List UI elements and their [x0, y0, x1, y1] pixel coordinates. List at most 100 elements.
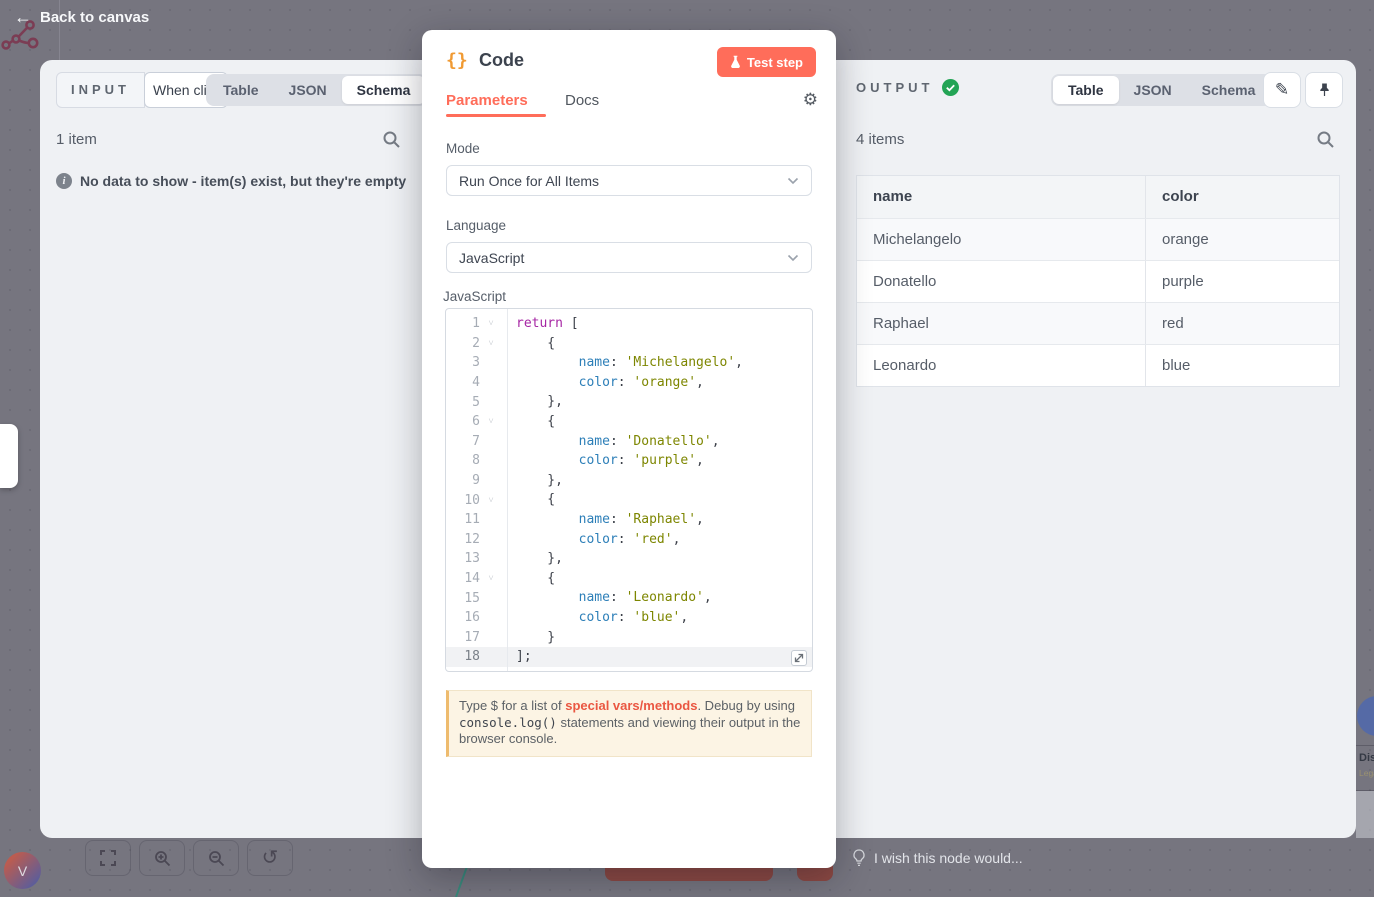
code-braces-icon: {} — [446, 50, 468, 71]
code-token: 'blue' — [633, 610, 680, 625]
code-line[interactable]: color: 'blue', — [508, 608, 812, 628]
tab-input-table[interactable]: Table — [208, 76, 274, 104]
reset-zoom-button[interactable]: ↺ — [247, 840, 293, 876]
table-cell: purple — [1145, 261, 1339, 302]
code-line[interactable]: { — [508, 334, 812, 354]
code-node-modal: {} Code Test step Parameters Docs ⚙ Mode… — [422, 30, 836, 868]
node-panel-fragment — [1356, 791, 1374, 838]
line-number: 13 — [446, 551, 480, 566]
line-number: 7 — [446, 434, 480, 449]
code-line[interactable]: name: 'Michelangelo', — [508, 353, 812, 373]
node-settings-gear-icon[interactable]: ⚙ — [803, 90, 818, 110]
editor-line-number: 9 — [446, 471, 507, 491]
back-arrow-icon: ← — [14, 7, 32, 28]
code-token: , — [680, 610, 688, 625]
code-line[interactable]: name: 'Donatello', — [508, 432, 812, 452]
code-token: , — [696, 375, 704, 390]
zoom-in-button[interactable] — [139, 840, 185, 876]
zoom-out-button[interactable] — [193, 840, 239, 876]
tab-docs[interactable]: Docs — [565, 92, 599, 109]
fold-chevron-icon[interactable]: ˅ — [480, 318, 502, 329]
code-token: 'red' — [633, 532, 672, 547]
code-line[interactable]: } — [508, 628, 812, 648]
code-line[interactable]: ]; — [508, 647, 812, 667]
line-number: 17 — [446, 630, 480, 645]
tab-parameters[interactable]: Parameters — [446, 92, 528, 109]
code-token: name — [579, 355, 610, 370]
input-panel-label: INPUT — [56, 72, 145, 108]
user-avatar[interactable]: V — [4, 852, 41, 889]
node-feedback-text: I wish this node would... — [874, 850, 1023, 866]
edit-output-button[interactable]: ✎ — [1263, 72, 1301, 108]
input-source-group: INPUT When clickin — [56, 72, 228, 108]
pin-data-button[interactable] — [1305, 72, 1343, 108]
tab-input-json[interactable]: JSON — [274, 76, 342, 104]
code-line[interactable]: name: 'Raphael', — [508, 510, 812, 530]
code-line[interactable]: return [ — [508, 314, 812, 334]
node-feedback-link[interactable]: I wish this node would... — [852, 849, 1023, 867]
code-line[interactable]: { — [508, 490, 812, 510]
code-line[interactable]: }, — [508, 549, 812, 569]
editor-resize-handle[interactable] — [791, 650, 807, 666]
tab-output-table[interactable]: Table — [1053, 76, 1119, 104]
active-tab-underline — [446, 114, 546, 117]
tab-output-schema[interactable]: Schema — [1187, 76, 1271, 104]
input-search-icon[interactable] — [382, 130, 401, 149]
line-number: 3 — [446, 355, 480, 370]
line-number: 1 — [446, 316, 480, 331]
code-token: { — [516, 336, 555, 351]
fold-chevron-icon[interactable]: ˅ — [480, 495, 502, 506]
code-line[interactable]: color: 'orange', — [508, 373, 812, 393]
table-header-row: namecolor — [857, 176, 1339, 218]
line-number: 6 — [446, 414, 480, 429]
code-line[interactable]: { — [508, 569, 812, 589]
avatar-initial: V — [18, 863, 27, 879]
line-number: 4 — [446, 375, 480, 390]
code-token: : — [618, 375, 634, 390]
fit-view-button[interactable] — [85, 840, 131, 876]
editor-line-number: 11 — [446, 510, 507, 530]
line-number: 14 — [446, 571, 480, 586]
code-token: }, — [516, 394, 563, 409]
code-token — [516, 590, 579, 605]
line-number: 11 — [446, 512, 480, 527]
tab-input-schema[interactable]: Schema — [342, 76, 426, 104]
language-label: Language — [446, 218, 506, 233]
code-editor[interactable]: 1˅2˅3456˅78910˅11121314˅15161718 return … — [445, 308, 813, 672]
test-step-button[interactable]: Test step — [717, 47, 816, 77]
table-row: Leonardoblue — [857, 344, 1339, 386]
tab-output-json[interactable]: JSON — [1119, 76, 1187, 104]
line-number: 18 — [446, 649, 480, 664]
resize-icon — [794, 653, 804, 663]
code-line[interactable]: name: 'Leonardo', — [508, 588, 812, 608]
zoom-in-icon — [154, 850, 171, 867]
line-number: 2 — [446, 336, 480, 351]
fold-chevron-icon[interactable]: ˅ — [480, 416, 502, 427]
code-line[interactable]: color: 'purple', — [508, 451, 812, 471]
language-select[interactable]: JavaScript — [446, 242, 812, 273]
node-title-truncated: Dis — [1359, 752, 1374, 764]
code-line[interactable]: }, — [508, 392, 812, 412]
output-search-icon[interactable] — [1316, 130, 1335, 149]
special-vars-link[interactable]: special vars/methods — [565, 698, 697, 713]
editor-line-number: 7 — [446, 432, 507, 452]
code-token — [516, 512, 579, 527]
hint-text: Type $ for a list of — [459, 698, 565, 713]
divider — [1356, 745, 1374, 746]
editor-code[interactable]: return [ { name: 'Michelangelo', color: … — [508, 309, 812, 671]
mode-select[interactable]: Run Once for All Items — [446, 165, 812, 196]
output-table: namecolorMichelangeloorangeDonatellopurp… — [856, 175, 1340, 387]
collapsed-sidebar-handle[interactable] — [0, 424, 18, 488]
fold-chevron-icon[interactable]: ˅ — [480, 338, 502, 349]
code-token: { — [516, 414, 555, 429]
code-token — [516, 532, 579, 547]
back-to-canvas-button[interactable]: ← Back to canvas — [14, 7, 149, 28]
table-cell: Michelangelo — [857, 219, 1145, 260]
canvas-node-partial[interactable]: Dis Lega — [1356, 688, 1374, 838]
code-token: 'Leonardo' — [626, 590, 704, 605]
table-cell: orange — [1145, 219, 1339, 260]
code-line[interactable]: { — [508, 412, 812, 432]
code-line[interactable]: color: 'red', — [508, 530, 812, 550]
fold-chevron-icon[interactable]: ˅ — [480, 573, 502, 584]
code-line[interactable]: }, — [508, 471, 812, 491]
